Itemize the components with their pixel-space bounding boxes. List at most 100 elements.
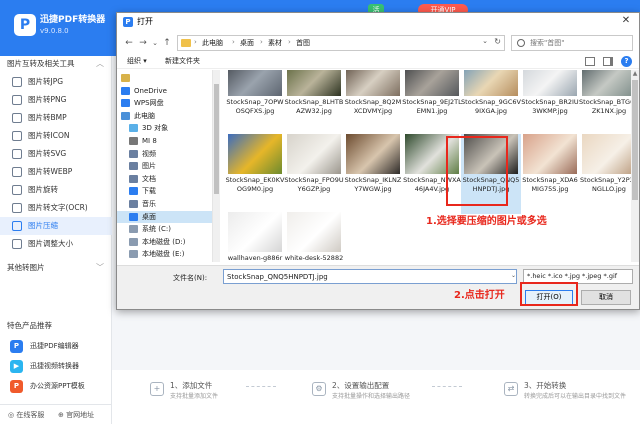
product-logo-icon: P	[10, 340, 23, 353]
nav-tree-item[interactable]: MI 8	[117, 135, 212, 147]
annotation-box-selected-file	[446, 136, 508, 206]
sidebar-item[interactable]: 图片转BMP	[0, 109, 112, 127]
file-item[interactable]: StockSnap_9EJ2TLEMN1.jpg	[402, 70, 462, 136]
website-link[interactable]: ⊕ 官网地址	[58, 410, 94, 420]
file-name: StockSnap_8Q2MXCDVMY.jpg	[344, 98, 402, 115]
rotate-icon	[12, 185, 22, 195]
refresh-icon[interactable]: ↻	[494, 37, 501, 46]
nav-tree-item[interactable]: WPS网盘	[117, 97, 212, 109]
sidebar-item[interactable]: 图片转ICON	[0, 127, 112, 145]
new-folder-button[interactable]: 新建文件夹	[165, 56, 200, 66]
nav-tree-item[interactable]: 文档	[117, 173, 212, 185]
nav-tree-label: 图片	[142, 162, 156, 171]
nav-scrollbar[interactable]	[213, 70, 220, 262]
featured-product[interactable]: P 办公资源PPT模板	[8, 377, 108, 395]
filename-input[interactable]	[223, 269, 517, 284]
image-icon	[12, 95, 22, 105]
dialog-close-icon[interactable]: ✕	[619, 14, 633, 28]
file-item[interactable]: wallhaven-g886r7.jpg	[225, 212, 285, 262]
image-thumbnail	[346, 134, 400, 174]
address-dropdown-icon[interactable]: ⌄	[482, 37, 488, 45]
file-item[interactable]: StockSnap_Y2P39NGLLO.jpg	[579, 134, 631, 214]
preview-pane-icon[interactable]	[603, 57, 613, 66]
support-link[interactable]: ◎ 在线客服	[8, 410, 44, 420]
nav-tree-item[interactable]: 3D 对象	[117, 122, 212, 134]
filename-dropdown-icon[interactable]: ⌄	[511, 272, 516, 279]
sidebar-item[interactable]: 图片转PNG	[0, 91, 112, 109]
dialog-titlebar[interactable]: P 打开 ✕	[117, 13, 639, 31]
forward-arrow-icon[interactable]: →	[137, 37, 149, 49]
sidebar-section-other[interactable]: 其他转图片 ﹀	[0, 260, 112, 276]
file-item[interactable]: StockSnap_IKLNZY7WGW.jpg	[343, 134, 403, 214]
nav-tree-item[interactable]: 本地磁盘 (E:)	[117, 248, 212, 260]
image-icon	[12, 131, 22, 141]
nav-tree-item[interactable]: 图片	[117, 160, 212, 172]
file-scrollbar-thumb[interactable]	[632, 80, 638, 200]
sidebar-item[interactable]: 图片转WEBP	[0, 163, 112, 181]
history-dropdown-icon[interactable]: ⌄	[149, 37, 161, 49]
file-name: StockSnap_BR2IU3WKMP.jpg	[521, 98, 579, 115]
breadcrumb-cover[interactable]: 首图	[296, 38, 310, 48]
image-thumbnail	[228, 70, 282, 96]
file-item[interactable]: StockSnap_XDA6MIG75S.jpg	[520, 134, 580, 214]
file-item[interactable]: StockSnap_8LHTBAZW32.jpg	[284, 70, 344, 136]
image-thumbnail	[287, 70, 341, 96]
nav-tree-item[interactable]: OneDrive	[117, 85, 212, 97]
sidebar-section-image-tools[interactable]: 图片互转及相关工具 ︿	[0, 56, 112, 72]
product-logo-icon: P	[10, 380, 23, 393]
step-arrow	[246, 386, 276, 387]
breadcrumb-this-pc[interactable]: 此电脑	[202, 38, 223, 48]
nav-tree-label: WPS网盘	[134, 99, 164, 108]
dialog-title: 打开	[137, 17, 153, 26]
folder-icon	[121, 74, 130, 82]
annotation-step2: 2.点击打开	[454, 290, 505, 301]
sidebar-item-label: 图片压缩	[28, 221, 58, 230]
organize-menu[interactable]: 组织 ▾	[127, 56, 147, 66]
breadcrumb-materials[interactable]: 素材	[268, 38, 282, 48]
file-item[interactable]: white-desk-5288226_1920.jpg	[284, 212, 344, 262]
sidebar-item[interactable]: 图片压缩	[0, 217, 112, 235]
nav-tree-item[interactable]	[117, 72, 212, 84]
nav-scrollbar-thumb[interactable]	[214, 84, 219, 194]
sidebar-item[interactable]: 图片转JPG	[0, 73, 112, 91]
file-scrollbar[interactable]: ▲	[631, 70, 639, 262]
file-item[interactable]: StockSnap_8Q2MXCDVMY.jpg	[343, 70, 403, 136]
address-bar[interactable]: › 此电脑 › 桌面 › 素材 › 首图 ⌄ ↻	[177, 35, 505, 51]
cancel-button[interactable]: 取消	[581, 290, 631, 305]
sidebar-item-label: 图片调整大小	[28, 239, 73, 248]
file-list: StockSnap_7OPWOSQFXS.jpg StockSnap_8LHTBA…	[221, 70, 631, 262]
file-name: StockSnap_9GC6V9IXGA.jpg	[461, 98, 521, 115]
search-box[interactable]	[511, 35, 633, 51]
file-item[interactable]: StockSnap_BR2IU3WKMP.jpg	[520, 70, 580, 136]
file-item[interactable]: StockSnap_FPO9UY6GZP.jpg	[284, 134, 344, 214]
search-input[interactable]	[530, 37, 630, 49]
sidebar-item[interactable]: 图片转文字(OCR)	[0, 199, 112, 217]
back-arrow-icon[interactable]: ←	[123, 37, 135, 49]
file-item[interactable]: StockSnap_EK0KVOG9M0.jpg	[225, 134, 285, 214]
breadcrumb-desktop[interactable]: 桌面	[240, 38, 254, 48]
featured-product-label: 办公资源PPT模板	[30, 382, 85, 390]
sidebar-item[interactable]: 图片旋转	[0, 181, 112, 199]
file-item[interactable]: StockSnap_7OPWOSQFXS.jpg	[225, 70, 285, 136]
nav-tree-item[interactable]: 下载	[117, 185, 212, 197]
folder-icon	[129, 250, 138, 259]
nav-tree-item[interactable]: 视频	[117, 148, 212, 160]
up-arrow-icon[interactable]: ↑	[161, 37, 173, 49]
file-name: StockSnap_7OPWOSQFXS.jpg	[226, 98, 284, 115]
nav-tree-item[interactable]: 音乐	[117, 198, 212, 210]
file-item[interactable]: StockSnap_BTG0UZK1NX.jpg	[579, 70, 631, 136]
nav-tree-item[interactable]: 本地磁盘 (D:)	[117, 236, 212, 248]
folder-icon	[121, 99, 130, 108]
help-icon[interactable]: ?	[621, 56, 632, 67]
featured-product[interactable]: P 迅捷PDF编辑器	[8, 337, 108, 355]
sidebar-item[interactable]: 图片调整大小	[0, 235, 112, 253]
nav-tree-item[interactable]: 系统 (C:)	[117, 223, 212, 235]
nav-tree-item[interactable]: 桌面	[117, 210, 212, 223]
nav-tree-item[interactable]: 此电脑	[117, 110, 212, 122]
scroll-up-arrow-icon[interactable]: ▲	[631, 70, 639, 78]
featured-product[interactable]: ▶ 迅捷视频转换器	[8, 357, 108, 375]
nav-tree-label: 3D 对象	[142, 124, 169, 133]
view-options-icon[interactable]	[585, 57, 595, 66]
file-item[interactable]: StockSnap_9GC6V9IXGA.jpg	[461, 70, 521, 136]
sidebar-item[interactable]: 图片转SVG	[0, 145, 112, 163]
